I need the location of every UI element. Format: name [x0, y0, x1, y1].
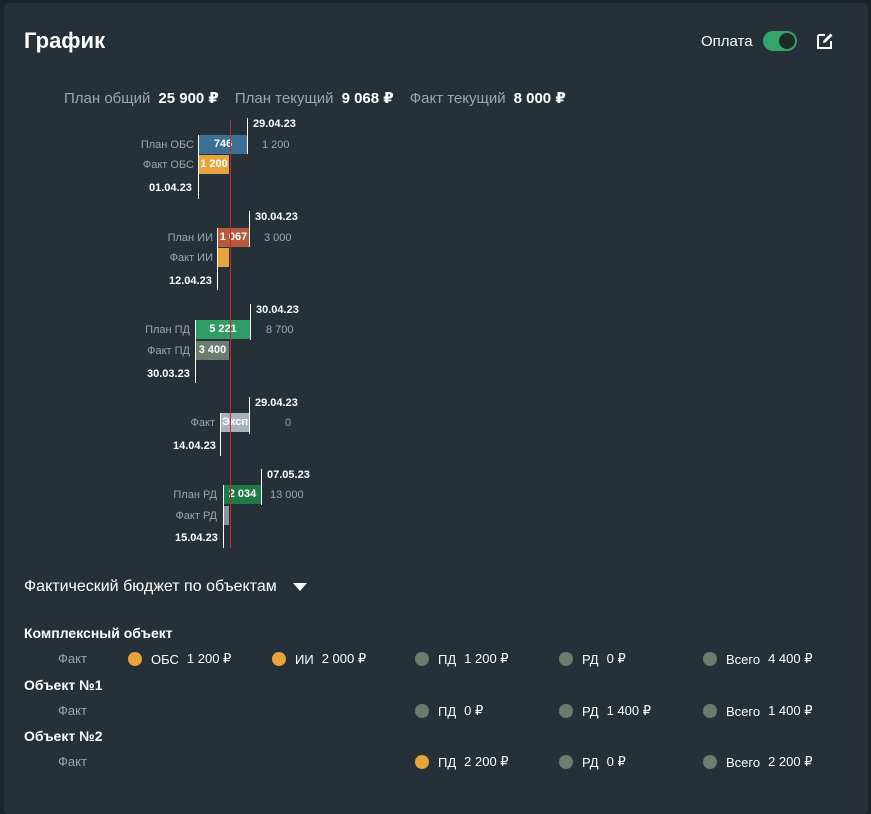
status-dot — [559, 755, 573, 769]
fact-bar[interactable]: 3 400 — [196, 341, 229, 360]
end-date: 29.04.23 — [255, 397, 298, 409]
item-name: ИИ — [295, 651, 314, 667]
start-date: 30.03.23 — [147, 368, 190, 380]
fact-bar[interactable]: 1 200 — [199, 155, 229, 174]
item-name: Всего — [726, 754, 761, 770]
status-dot — [415, 755, 429, 769]
start-marker — [198, 135, 199, 199]
plan-total: 13 000 — [270, 489, 304, 501]
fact-label: Факт ОБС — [142, 159, 194, 171]
item-value: 1 200 ₽ — [186, 651, 232, 666]
status-dot — [559, 652, 573, 666]
start-date: 15.04.23 — [175, 532, 218, 544]
status-dot — [415, 652, 429, 666]
item-value: 0 ₽ — [464, 703, 484, 718]
plan-bar[interactable]: 1 067 — [218, 228, 249, 247]
fact-bar[interactable]: Эксп — [221, 413, 249, 432]
item-value: 1 200 ₽ — [464, 651, 509, 666]
item-name: ОБС — [151, 651, 179, 667]
fact-label: Факт РД — [175, 510, 217, 522]
budget-item: ПД 0 ₽ — [415, 703, 483, 719]
object-name: Объект №2 — [24, 728, 103, 744]
item-name: Всего — [726, 651, 761, 667]
budget-item: ИИ 2 000 ₽ — [272, 651, 366, 667]
item-value: 4 400 ₽ — [768, 651, 813, 666]
item-name: ПД — [438, 754, 457, 770]
plan-total: 3 000 — [264, 232, 292, 244]
end-date: 30.04.23 — [256, 304, 299, 316]
plan-label: План РД — [173, 489, 217, 501]
budget-item-total: Всего 1 400 ₽ — [703, 703, 813, 719]
budget-item-total: Всего 4 400 ₽ — [703, 651, 813, 667]
start-marker — [223, 485, 224, 548]
fact-label: Факт ИИ — [169, 252, 213, 264]
item-value: 0 ₽ — [606, 754, 626, 769]
status-dot — [128, 652, 142, 666]
plan-label: План ИИ — [167, 232, 213, 244]
plan-label: План ПД — [145, 324, 190, 336]
start-date: 12.04.23 — [169, 275, 212, 287]
item-value: 2 200 ₽ — [768, 754, 813, 769]
item-name: РД — [582, 754, 599, 770]
item-value: 0 ₽ — [606, 651, 626, 666]
fact-label: Факт — [190, 417, 215, 429]
plan-label: План ОБС — [140, 139, 194, 151]
fact-label: Факт — [58, 703, 87, 718]
start-marker — [195, 320, 196, 383]
status-dot — [272, 652, 286, 666]
item-value: 2 000 ₽ — [321, 651, 367, 666]
caret-down-icon[interactable] — [292, 583, 307, 591]
budget-item: РД 0 ₽ — [559, 754, 626, 770]
plan-bar[interactable]: 746 — [199, 135, 247, 154]
budget-item: РД 0 ₽ — [559, 651, 626, 667]
budget-item-total: Всего 2 200 ₽ — [703, 754, 813, 770]
fact-label: Факт — [58, 754, 87, 769]
budget-section-title: Фактический бюджет по объектам — [24, 578, 277, 595]
start-marker — [220, 413, 221, 456]
fact-bar[interactable] — [224, 506, 229, 525]
end-date: 07.05.23 — [267, 469, 310, 481]
status-dot — [559, 704, 573, 718]
plan-total: 0 — [285, 417, 292, 429]
item-value: 1 400 ₽ — [768, 703, 813, 718]
today-line — [230, 120, 231, 548]
fact-bar[interactable] — [218, 248, 229, 267]
item-name: Всего — [726, 703, 761, 719]
item-name: ПД — [438, 651, 457, 667]
item-name: РД — [582, 651, 599, 667]
start-date: 01.04.23 — [149, 182, 192, 194]
object-name: Комплексный объект — [24, 625, 173, 641]
budget-item: ОБС 1 200 ₽ — [128, 651, 231, 667]
end-marker — [250, 304, 251, 340]
item-name: РД — [582, 703, 599, 719]
item-name: ПД — [438, 703, 457, 719]
start-marker — [217, 228, 218, 290]
status-dot — [703, 704, 717, 718]
plan-total: 1 200 — [262, 139, 290, 151]
status-dot — [703, 755, 717, 769]
budget-item: РД 1 400 ₽ — [559, 703, 651, 719]
budget-item: ПД 2 200 ₽ — [415, 754, 509, 770]
end-date: 29.04.23 — [253, 118, 296, 130]
object-name: Объект №1 — [24, 677, 103, 693]
start-date: 14.04.23 — [173, 440, 216, 452]
status-dot — [703, 652, 717, 666]
fact-label: Факт ПД — [147, 345, 190, 357]
gantt-chart: 29.04.23 План ОБС 746 1 200 Факт ОБС 1 2… — [0, 0, 871, 560]
item-value: 2 200 ₽ — [464, 754, 509, 769]
budget-section-header[interactable]: Фактический бюджет по объектам — [24, 578, 307, 596]
plan-bar[interactable]: 5 221 — [196, 320, 250, 339]
end-marker — [247, 118, 248, 154]
end-marker — [249, 211, 250, 247]
budget-item: ПД 1 200 ₽ — [415, 651, 509, 667]
fact-label: Факт — [58, 651, 87, 666]
end-marker — [249, 397, 250, 434]
plan-total: 8 700 — [266, 324, 294, 336]
end-marker — [261, 469, 262, 505]
status-dot — [415, 704, 429, 718]
end-date: 30.04.23 — [255, 211, 298, 223]
item-value: 1 400 ₽ — [606, 703, 652, 718]
